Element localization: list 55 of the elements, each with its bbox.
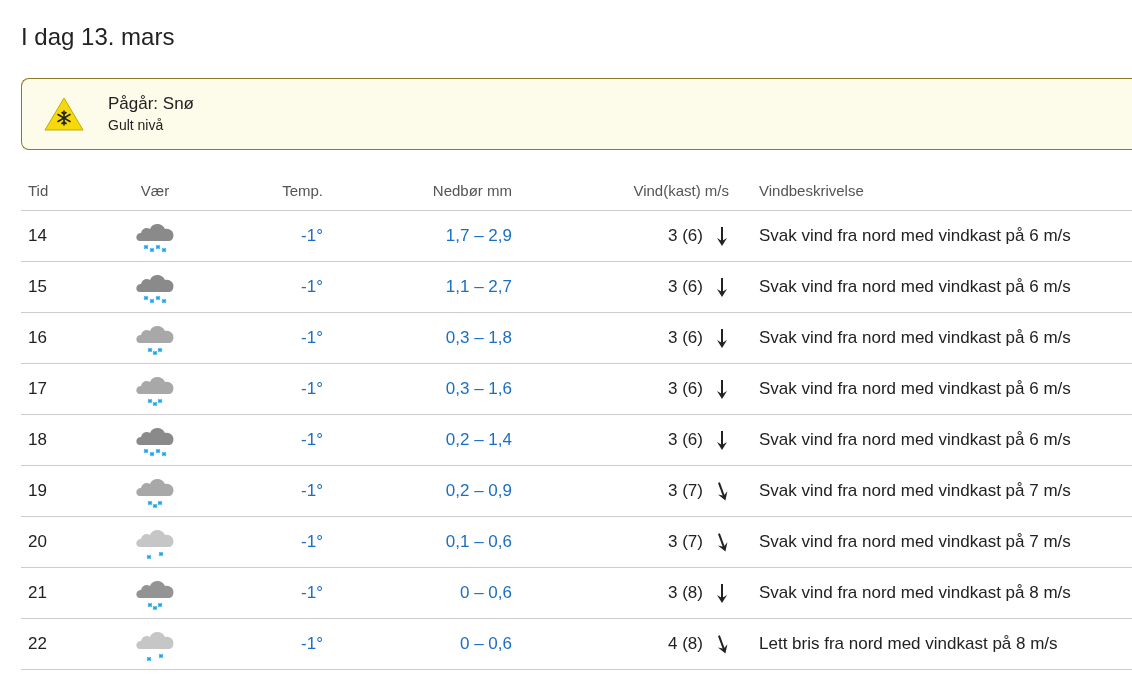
column-header: Nedbør mm [329,172,519,210]
time-cell: 19 [21,465,100,516]
temperature-cell: -1° [210,618,329,669]
wind-description: Svak vind fra nord med vindkast på 6 m/s [737,414,1132,465]
wind-speed: 3 (6) [668,428,703,451]
precipitation-cell: 0,3 – 1,8 [329,312,519,363]
temperature-cell: -1° [210,210,329,261]
column-header: Tid [21,172,100,210]
temperature-cell: -1° [210,567,329,618]
wind-speed: 3 (6) [668,326,703,349]
precipitation-cell: 0,3 – 1,6 [329,363,519,414]
temperature-cell: -1° [210,261,329,312]
time-cell: 22 [21,618,100,669]
column-header: Vind(kast) m/s [519,172,737,210]
temperature-cell: -1° [210,414,329,465]
wind-description: Svak vind fra nord med vindkast på 6 m/s [737,210,1132,261]
wind-description: Svak vind fra nord med vindkast på 6 m/s [737,363,1132,414]
warning-level: Gult nivå [108,116,165,135]
time-cell: 17 [21,363,100,414]
wind-speed: 3 (6) [668,224,703,247]
time-cell: 21 [21,567,100,618]
wind-description: Svak vind fra nord med vindkast på 7 m/s [737,516,1132,567]
wind-description: Svak vind fra nord med vindkast på 6 m/s [737,312,1132,363]
wind-speed: 4 (8) [668,632,703,655]
wind-description: Svak vind fra nord med vindkast på 7 m/s [737,465,1132,516]
column-header: Temp. [210,172,329,210]
time-cell: 14 [21,210,100,261]
precipitation-cell: 0 – 0,6 [329,567,519,618]
time-cell: 15 [21,261,100,312]
precipitation-cell: 0 – 0,6 [329,618,519,669]
wind-speed: 3 (6) [668,275,703,298]
column-header: Vær [100,172,210,210]
wind-description: Svak vind fra nord med vindkast på 6 m/s [737,261,1132,312]
precipitation-cell: 1,1 – 2,7 [329,261,519,312]
wind-speed: 3 (8) [668,581,703,604]
page-title: I dag 13. mars [21,22,176,52]
precipitation-cell: 1,7 – 2,9 [329,210,519,261]
temperature-cell: -1° [210,363,329,414]
wind-speed: 3 (7) [668,479,703,502]
precipitation-cell: 0,2 – 0,9 [329,465,519,516]
warning-title: Pågår: Snø [108,93,194,115]
wind-description: Svak vind fra nord med vindkast på 8 m/s [737,567,1132,618]
snow-warning-icon [44,97,84,131]
column-header: Vindbeskrivelse [737,172,1132,210]
precipitation-cell: 0,2 – 1,4 [329,414,519,465]
temperature-cell: -1° [210,465,329,516]
wind-speed: 3 (6) [668,377,703,400]
temperature-cell: -1° [210,516,329,567]
wind-speed: 3 (7) [668,530,703,553]
time-cell: 16 [21,312,100,363]
time-cell: 18 [21,414,100,465]
temperature-cell: -1° [210,312,329,363]
time-cell: 20 [21,516,100,567]
precipitation-cell: 0,1 – 0,6 [329,516,519,567]
wind-description: Lett bris fra nord med vindkast på 8 m/s [737,618,1132,669]
